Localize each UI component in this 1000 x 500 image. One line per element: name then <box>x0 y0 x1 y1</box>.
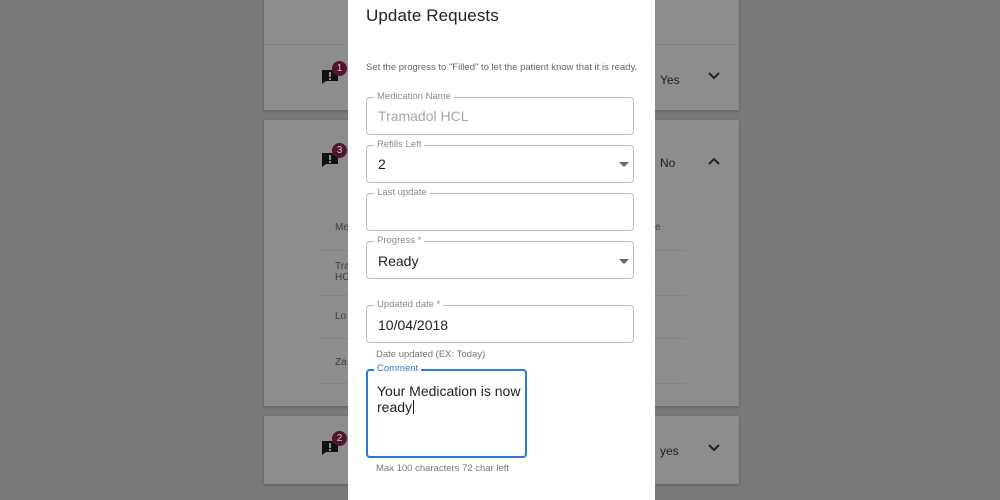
status-text: Yes <box>660 73 680 87</box>
notification-badge: 1 <box>332 61 347 76</box>
medication-name-field: Medication Name Tramadol HCL <box>366 91 634 135</box>
progress-label: Progress * <box>374 235 425 247</box>
dialog-title: Update Requests <box>366 6 499 25</box>
medication-name-label: Medication Name <box>374 91 454 103</box>
update-requests-dialog: Update Requests Set the progress to "Fil… <box>348 0 655 500</box>
dropdown-arrow-icon[interactable] <box>619 259 629 264</box>
table-cell: Za <box>335 357 347 368</box>
comment-textarea[interactable]: Comment Your Medication is now ready <box>366 363 527 458</box>
updated-date-field[interactable]: Updated date * 10/04/2018 <box>366 299 634 343</box>
last-update-field[interactable]: Last update <box>366 187 634 231</box>
last-update-label: Last update <box>374 187 430 199</box>
progress-select[interactable]: Progress * Ready <box>366 235 634 279</box>
comment-value: Your Medication is now ready <box>377 383 525 415</box>
table-header: e <box>655 222 661 233</box>
notification-badge: 2 <box>332 431 347 446</box>
updated-date-label: Updated date * <box>374 299 444 311</box>
medication-name-value: Tramadol HCL <box>378 108 469 124</box>
updated-date-value: 10/04/2018 <box>378 317 449 333</box>
progress-value: Ready <box>378 253 419 269</box>
table-header: Me <box>335 222 349 233</box>
status-text: No <box>660 156 676 170</box>
dialog-description: Set the progress to "Filled" to let the … <box>366 62 638 73</box>
chevron-down-icon[interactable] <box>705 67 723 85</box>
table-cell: Lo <box>335 311 347 322</box>
chevron-up-icon[interactable] <box>705 152 723 170</box>
chevron-down-icon[interactable] <box>705 439 723 457</box>
refills-left-value: 2 <box>378 156 386 172</box>
status-text: yes <box>660 444 679 458</box>
refills-left-label: Refills Left <box>374 139 425 151</box>
text-cursor <box>413 400 415 414</box>
comment-helper-text: Max 100 characters 72 char left <box>376 463 510 474</box>
updated-date-helper-text: Date updated (EX: Today) <box>376 349 486 360</box>
dropdown-arrow-icon[interactable] <box>619 162 629 167</box>
comment-label: Comment <box>374 363 422 375</box>
notification-badge: 3 <box>332 143 347 158</box>
refills-left-select[interactable]: Refills Left 2 <box>366 139 634 183</box>
